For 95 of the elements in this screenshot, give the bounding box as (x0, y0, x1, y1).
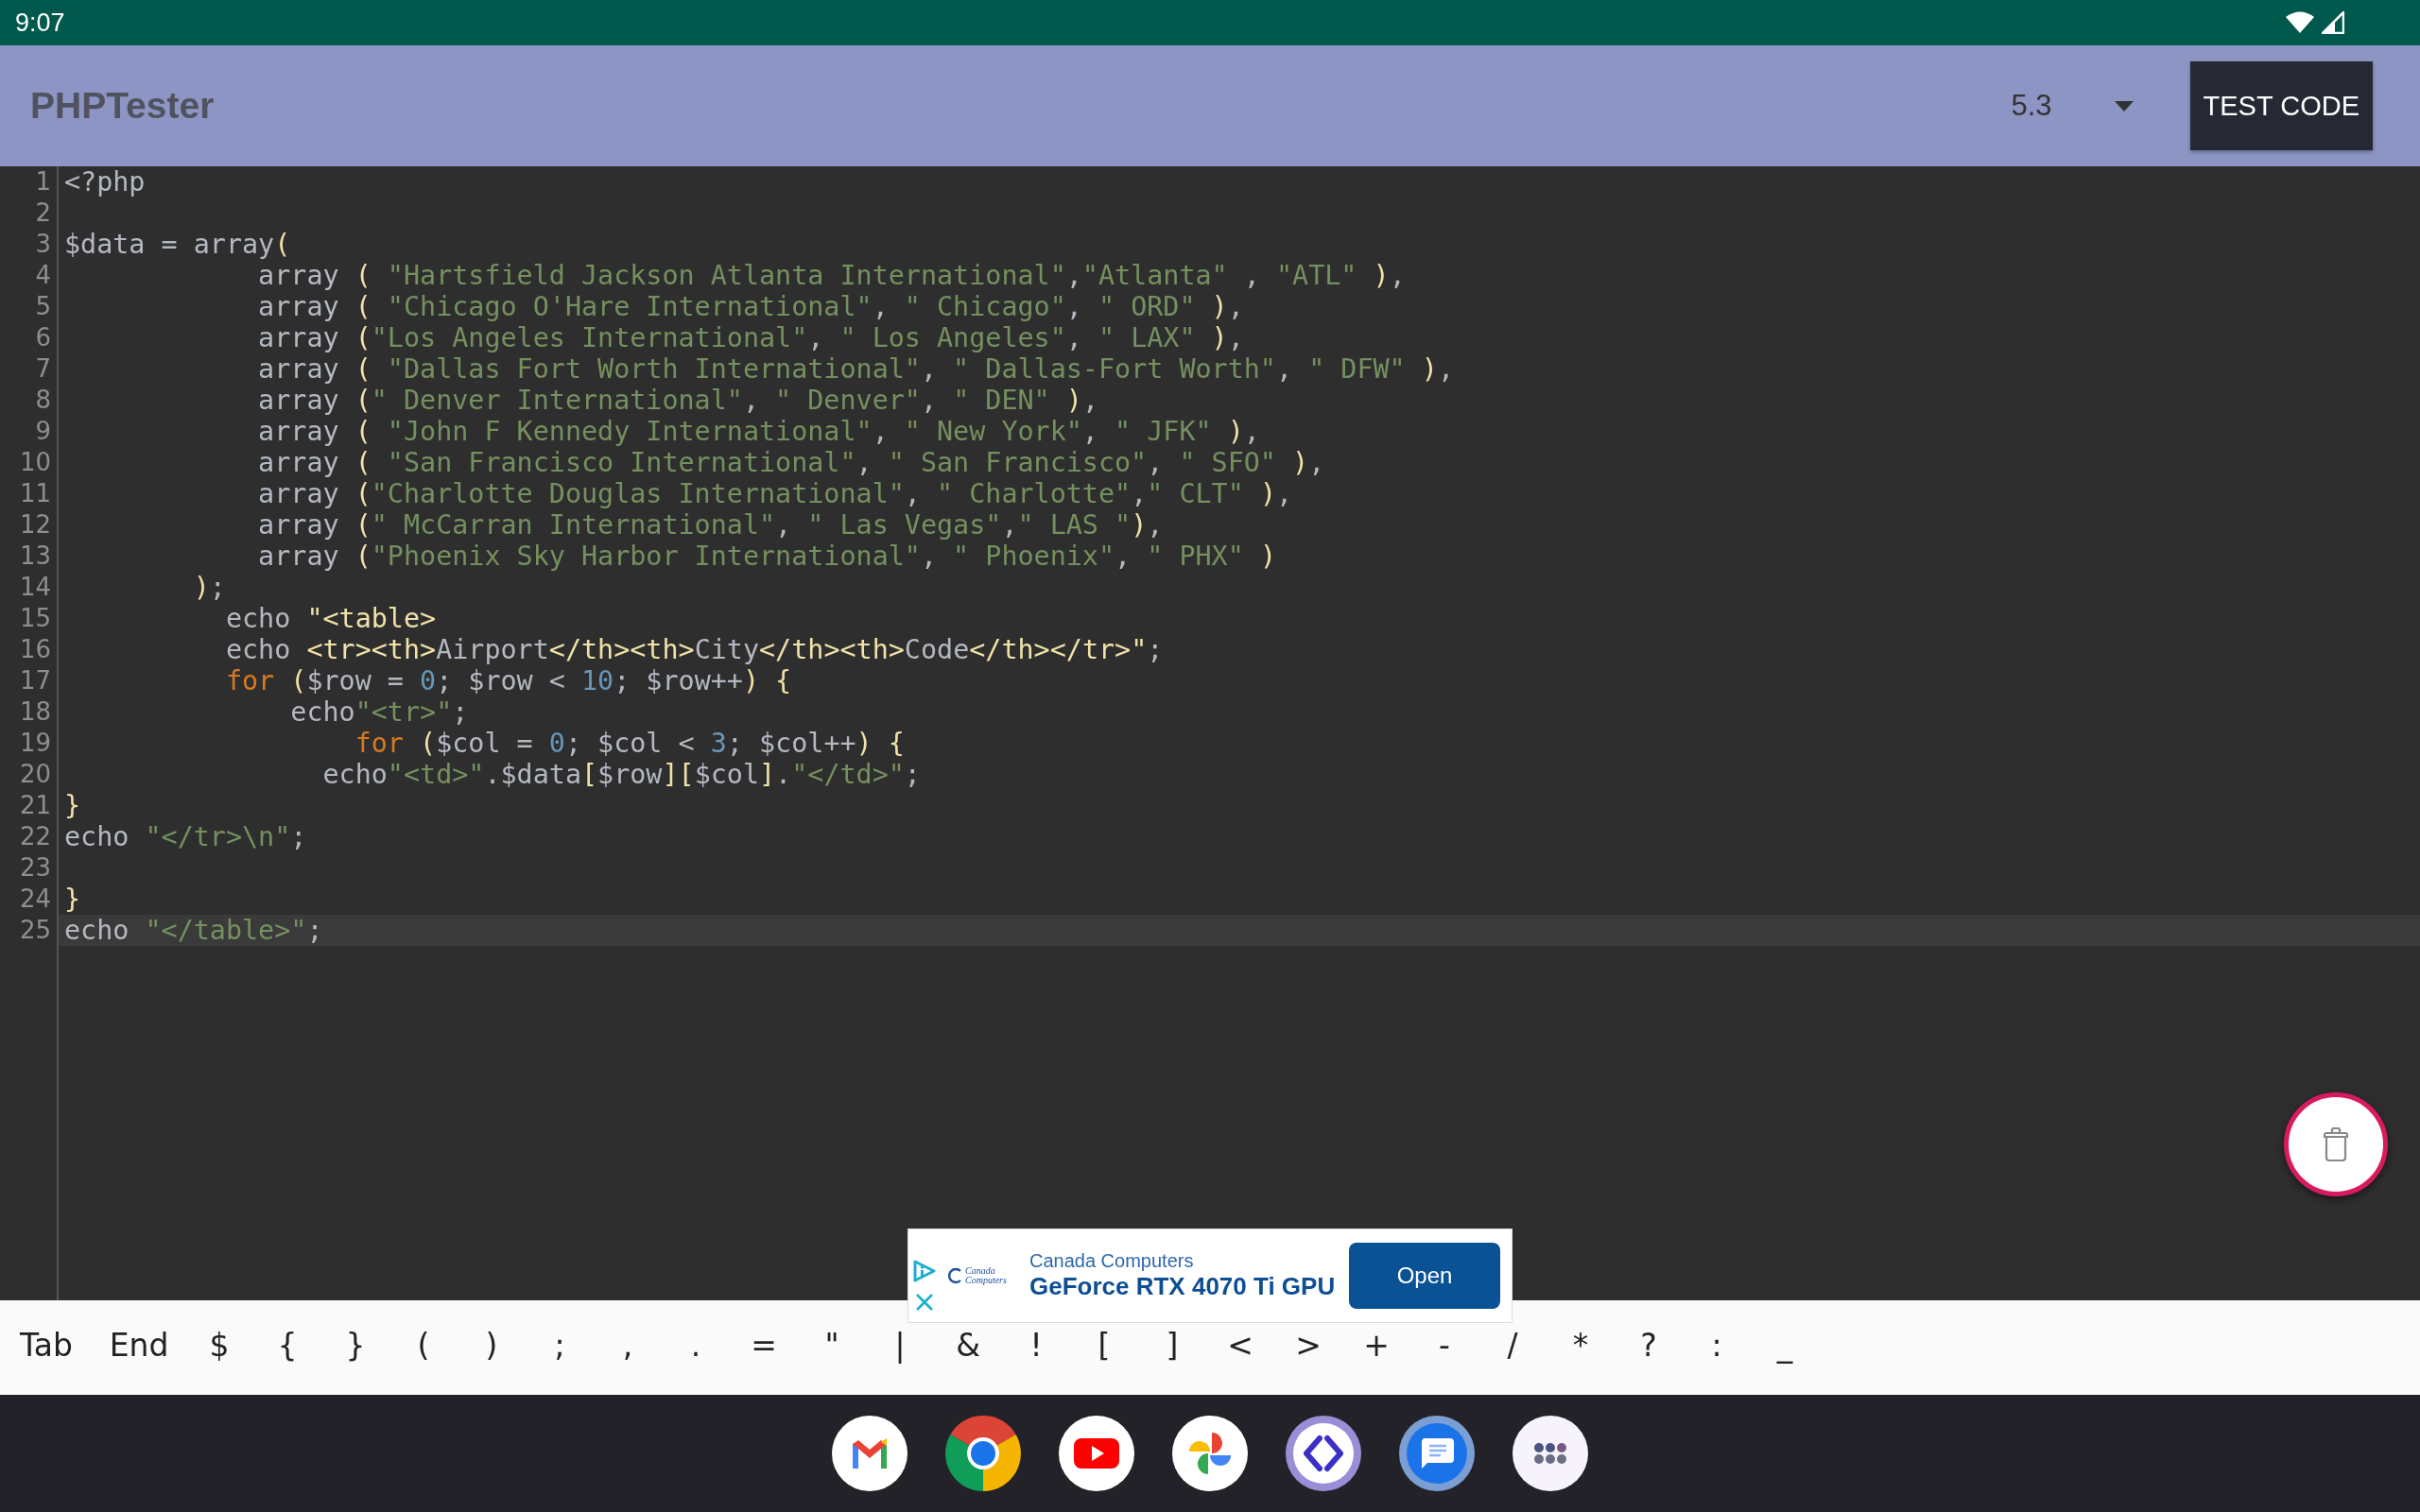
key-button[interactable]: + (1342, 1325, 1410, 1366)
line-number: 9 (0, 416, 59, 447)
line-number: 20 (0, 759, 59, 790)
line-number: 16 (0, 634, 59, 665)
caret-icon (2114, 100, 2134, 112)
key-button[interactable]: } (321, 1325, 389, 1366)
line-number: 11 (0, 478, 59, 509)
code-line: array ( "John F Kennedy International", " New York", " JFK" ), (257, 416, 1260, 447)
ad-headline: GeForce RTX 4070 Ti GPU (1029, 1272, 1337, 1301)
adchoices-icon[interactable] (912, 1259, 937, 1283)
code-line: array ( "Chicago O'Hare International", " Chicago", " ORD" ), (257, 291, 1244, 322)
code-line: array ( "San Francisco International", " San Francisco", " SFO" ), (257, 447, 1325, 478)
signal-icon (2322, 11, 2344, 34)
key-button[interactable]: ! (1002, 1325, 1070, 1366)
code-line: array ( "Hartsfield Jackson Atlanta International","Atlanta" , "ATL" ), (257, 260, 1406, 291)
key-button[interactable]: ? (1615, 1325, 1683, 1366)
line-number: 18 (0, 696, 59, 728)
code-line: echo"<tr>"; (289, 696, 469, 728)
key-button[interactable]: ; (526, 1325, 594, 1366)
advertiser-name: Canada Computers (1029, 1250, 1195, 1272)
code-line: } (64, 790, 81, 821)
logo-icon (946, 1267, 963, 1284)
code-line: } (64, 884, 81, 915)
code-line: $data = array( (64, 229, 291, 260)
code-line: array (" Denver International", " Denver", " DEN" ), (257, 385, 1098, 416)
open-button[interactable]: Open (1349, 1243, 1500, 1309)
key-button[interactable]: . (662, 1325, 730, 1366)
code-line: for ($col = 0; $col < 3; $col++) { (354, 728, 905, 759)
code-line: echo"<td>".$data[$row][$col]."</td>"; (321, 759, 921, 790)
code-line: echo "<table> (224, 603, 437, 634)
line-number: 14 (0, 572, 59, 603)
close-icon[interactable] (915, 1293, 934, 1312)
line-number: 5 (0, 291, 59, 322)
key-button[interactable]: " (798, 1325, 866, 1366)
line-number: 17 (0, 665, 59, 696)
code-line: echo "</table>"; (64, 915, 323, 946)
code-line: ); (192, 572, 226, 603)
code-line: echo "</tr>\n"; (64, 821, 307, 852)
line-number: 7 (0, 353, 59, 385)
app-grid-icon[interactable] (1512, 1416, 1588, 1491)
key-button[interactable]: - (1410, 1325, 1478, 1366)
video-play-icon[interactable] (1059, 1416, 1134, 1491)
line-number: 2 (0, 198, 59, 229)
key-button[interactable]: & (934, 1325, 1002, 1366)
key-button[interactable]: Tab (0, 1325, 93, 1366)
key-button[interactable]: < (1206, 1325, 1274, 1366)
code-line: echo <tr><th>Airport</th><th>City</th><th>Code</th></tr>"; (224, 634, 1164, 665)
key-button[interactable]: { (253, 1325, 321, 1366)
code-line: for ($row = 0; $row < 10; $row++) { (224, 665, 792, 696)
status-time: 9:07 (15, 8, 65, 38)
key-button[interactable]: End (93, 1325, 185, 1366)
key-button[interactable]: | (866, 1325, 934, 1366)
key-button[interactable]: > (1274, 1325, 1342, 1366)
line-number: 15 (0, 603, 59, 634)
line-number: 12 (0, 509, 59, 541)
code-line: <?php (64, 166, 146, 198)
line-number: 23 (0, 852, 59, 884)
line-number: 4 (0, 260, 59, 291)
key-button[interactable]: ( (389, 1325, 458, 1366)
browser-icon[interactable] (945, 1416, 1021, 1491)
app-title: PHPTester (30, 85, 216, 127)
key-button[interactable]: [ (1070, 1325, 1138, 1366)
key-button[interactable]: = (730, 1325, 798, 1366)
code-brackets-icon[interactable] (1286, 1416, 1361, 1491)
key-button[interactable]: / (1478, 1325, 1547, 1366)
line-number: 1 (0, 166, 59, 198)
wifi-icon (2286, 11, 2314, 34)
version-dropdown[interactable]: 5.3 (2011, 89, 2134, 123)
trash-icon (2323, 1126, 2349, 1162)
line-number: 13 (0, 541, 59, 572)
line-number: 6 (0, 322, 59, 353)
mail-icon[interactable] (832, 1416, 908, 1491)
code-line: array (" McCarran International", " Las Vegas"," LAS "), (257, 509, 1164, 541)
code-line: array ( "Dallas Fort Worth International", " Dallas-Fort Worth", " DFW" ), (257, 353, 1454, 385)
code-line: array ("Charlotte Douglas International", " Charlotte"," CLT" ), (257, 478, 1293, 509)
chat-bubble-icon[interactable] (1399, 1416, 1475, 1491)
logo-text: Canada Computers (965, 1266, 1008, 1285)
key-button[interactable]: , (594, 1325, 662, 1366)
key-button[interactable]: ] (1138, 1325, 1206, 1366)
key-button[interactable]: ) (458, 1325, 526, 1366)
line-number: 22 (0, 821, 59, 852)
key-button[interactable]: : (1683, 1325, 1751, 1366)
pinwheel-icon[interactable] (1172, 1416, 1248, 1491)
key-button[interactable]: _ (1751, 1325, 1819, 1366)
line-number: 24 (0, 884, 59, 915)
line-number: 10 (0, 447, 59, 478)
test-code-button[interactable]: TEST CODE (2189, 61, 2373, 150)
key-button[interactable]: * (1547, 1325, 1615, 1366)
line-number: 8 (0, 385, 59, 416)
code-line: array ("Phoenix Sky Harbor International", " Phoenix", " PHX" ) (257, 541, 1276, 572)
code-line: array ("Los Angeles International", " Los Angeles", " LAX" ), (257, 322, 1244, 353)
line-number: 3 (0, 229, 59, 260)
key-button[interactable]: $ (185, 1325, 253, 1366)
line-number: 21 (0, 790, 59, 821)
line-number: 19 (0, 728, 59, 759)
